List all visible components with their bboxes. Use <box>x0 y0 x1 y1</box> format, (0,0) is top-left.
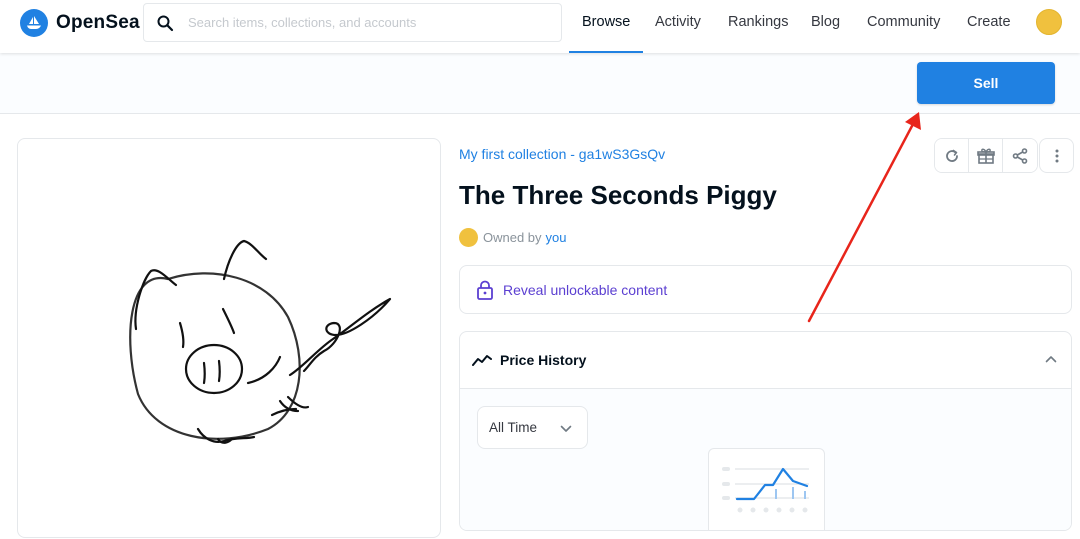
logo-text: OpenSea <box>56 12 140 33</box>
owner-link[interactable]: you <box>546 230 567 245</box>
chevron-down-icon <box>560 425 572 432</box>
reveal-unlockable-button[interactable]: Reveal unlockable content <box>459 265 1072 314</box>
more-vertical-icon <box>1055 149 1058 162</box>
refresh-button[interactable] <box>935 139 969 172</box>
opensea-boat-icon <box>20 9 48 37</box>
nav-community[interactable]: Community <box>867 0 940 53</box>
item-toolbar <box>934 138 1074 173</box>
price-history-header[interactable]: Price History <box>460 332 1071 389</box>
item-toolbar-group <box>934 138 1038 173</box>
nav-activity[interactable]: Activity <box>655 0 701 53</box>
nav-rankings[interactable]: Rankings <box>728 0 788 53</box>
chevron-up-icon <box>1045 356 1057 363</box>
refresh-icon <box>945 149 958 162</box>
price-history-title: Price History <box>500 352 587 368</box>
empty-chart-icon <box>722 467 809 513</box>
more-options-button[interactable] <box>1039 138 1074 173</box>
gift-icon <box>976 148 995 164</box>
nav-blog[interactable]: Blog <box>811 0 840 53</box>
collection-link[interactable]: My first collection - ga1wS3GsQv <box>459 146 665 162</box>
empty-chart-illustration <box>708 448 825 530</box>
search-input[interactable] <box>188 15 528 30</box>
time-filter-select[interactable]: All Time <box>477 406 588 449</box>
item-action-bar: Sell <box>0 53 1080 114</box>
item-image-panel[interactable] <box>17 138 441 538</box>
owner-avatar <box>459 228 478 247</box>
top-navbar: OpenSea Browse Activity Rankings Blog Co… <box>0 0 1080 53</box>
owned-by-label: Owned by <box>483 230 542 245</box>
lock-icon <box>477 280 493 300</box>
transfer-button[interactable] <box>969 139 1003 172</box>
share-button[interactable] <box>1003 139 1037 172</box>
item-title: The Three Seconds Piggy <box>459 180 777 210</box>
trend-line-icon <box>472 355 492 366</box>
time-filter-value: All Time <box>489 420 538 435</box>
nav-active-indicator <box>569 51 643 53</box>
price-history-body: All Time <box>460 389 1071 530</box>
nav-browse[interactable]: Browse <box>582 0 630 53</box>
search-box[interactable] <box>143 3 562 42</box>
pig-drawing-image <box>129 239 392 444</box>
owner-line: Owned by you <box>459 228 567 247</box>
opensea-logo[interactable]: OpenSea <box>20 8 140 38</box>
reveal-unlockable-label: Reveal unlockable content <box>503 281 668 298</box>
profile-avatar[interactable] <box>1036 9 1062 35</box>
share-icon <box>1012 148 1028 164</box>
price-history-panel: Price History All Time <box>459 331 1072 531</box>
nav-create[interactable]: Create <box>967 0 1011 53</box>
search-icon <box>157 15 174 31</box>
sell-button[interactable]: Sell <box>917 62 1055 104</box>
